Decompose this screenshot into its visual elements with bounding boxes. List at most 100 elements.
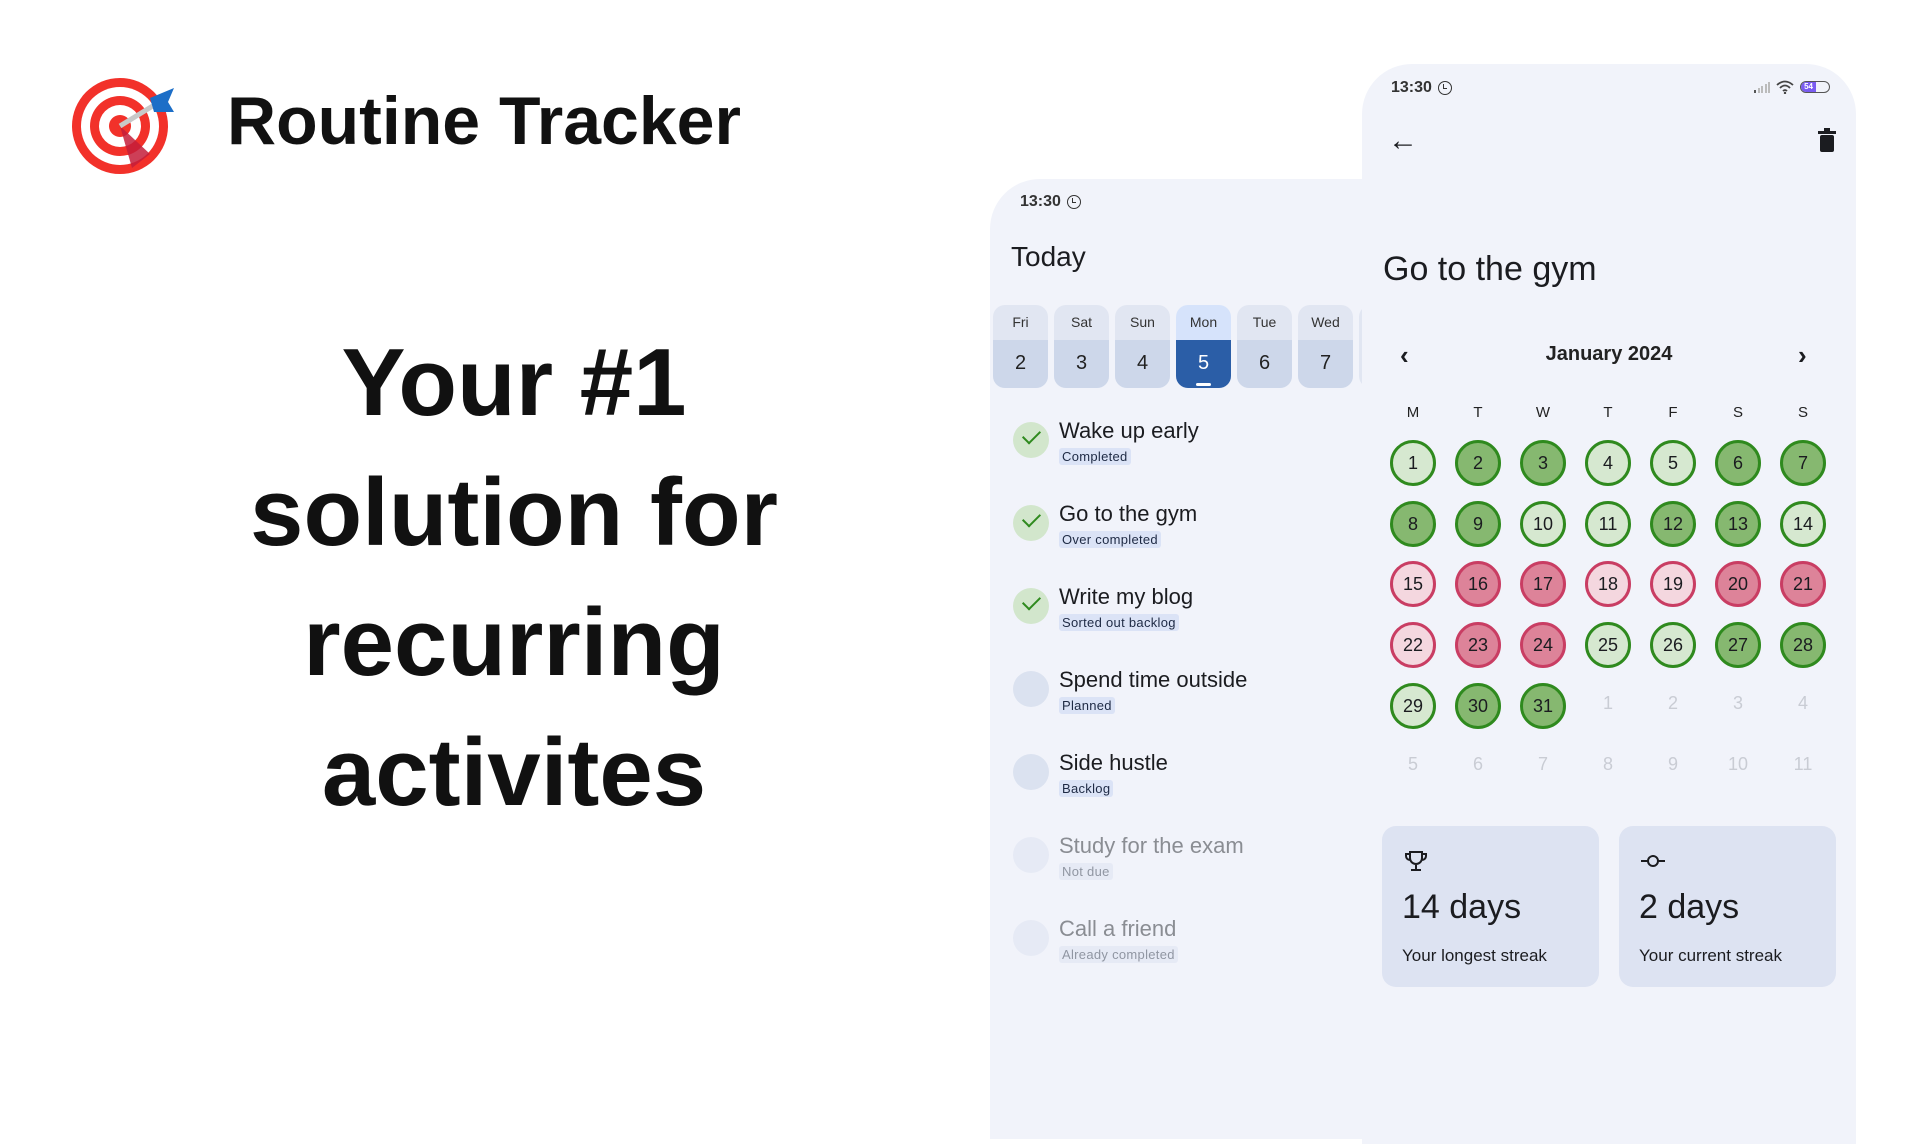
day-number: 5 (1176, 340, 1231, 388)
calendar-day[interactable]: 27 (1715, 622, 1761, 669)
calendar-day[interactable]: 2 (1455, 440, 1501, 486)
calendar-day[interactable]: 29 (1390, 682, 1436, 729)
habit-item[interactable]: Write my blog Sorted out backlog (1010, 584, 1390, 656)
habit-title: Wake up early (1059, 418, 1199, 443)
back-button[interactable]: ← (1388, 126, 1418, 156)
status-badge: Not due (1059, 863, 1113, 880)
alarm-icon (1066, 195, 1081, 209)
calendar-day[interactable]: 31 (1520, 682, 1566, 729)
calendar-day-outside[interactable]: 3 (1715, 683, 1761, 729)
day-number: 7 (1298, 340, 1353, 388)
headline-line: activites (321, 719, 707, 826)
calendar-day-outside[interactable]: 11 (1780, 744, 1826, 790)
check-circle-icon[interactable] (1013, 588, 1049, 624)
commit-icon (1641, 850, 1665, 872)
empty-circle-icon[interactable] (1013, 920, 1049, 956)
date-chip-sun[interactable]: Sun 4 (1115, 305, 1170, 388)
calendar-day[interactable]: 8 (1390, 500, 1436, 547)
habit-item[interactable]: Side hustle Backlog (1010, 750, 1390, 822)
calendar-day[interactable]: 18 (1585, 561, 1631, 608)
habit-item[interactable]: Study for the exam Not due (1010, 833, 1390, 905)
calendar-day[interactable]: 9 (1455, 500, 1501, 547)
date-chip-mon[interactable]: Mon 5 (1176, 305, 1231, 388)
headline-line: recurring (303, 589, 725, 696)
status-badge: Planned (1059, 697, 1115, 714)
app-title: Routine Tracker (227, 83, 741, 159)
calendar-day[interactable]: 5 (1650, 440, 1696, 486)
calendar-day[interactable]: 3 (1520, 440, 1566, 486)
calendar-day-outside[interactable]: 1 (1585, 683, 1631, 729)
calendar-day[interactable]: 14 (1780, 500, 1826, 547)
delete-button[interactable] (1818, 128, 1836, 152)
weekday-header: S (1797, 404, 1808, 421)
wifi-icon (1776, 80, 1794, 94)
calendar-day[interactable]: 11 (1585, 500, 1631, 547)
weekday-header: F (1668, 404, 1678, 421)
calendar-day[interactable]: 30 (1455, 682, 1501, 729)
calendar-day[interactable]: 12 (1650, 500, 1696, 547)
signal-icon (1754, 81, 1770, 93)
habit-title: Study for the exam (1059, 833, 1244, 858)
calendar-day-outside[interactable]: 4 (1780, 683, 1826, 729)
day-number: 3 (1054, 340, 1109, 388)
calendar-day[interactable]: 25 (1585, 622, 1631, 669)
status-badge: Already completed (1059, 946, 1178, 963)
day-number: 6 (1237, 340, 1292, 388)
empty-circle-icon[interactable] (1013, 671, 1049, 707)
weekday-label: Mon (1189, 314, 1218, 330)
calendar-day[interactable]: 22 (1390, 622, 1436, 669)
status-bar: 13:30 (1020, 193, 1081, 211)
calendar-day[interactable]: 21 (1780, 561, 1826, 608)
habit-item[interactable]: Call a friend Already completed (1010, 916, 1390, 988)
calendar-day[interactable]: 17 (1520, 561, 1566, 608)
status-bar: 13:30 (1391, 79, 1452, 97)
empty-circle-icon[interactable] (1013, 837, 1049, 873)
weekday-header: T (1603, 404, 1613, 421)
next-month-button[interactable]: › (1798, 340, 1807, 371)
status-badge: Backlog (1059, 780, 1114, 797)
calendar-day[interactable]: 6 (1715, 440, 1761, 486)
date-chip-tue[interactable]: Tue 6 (1237, 305, 1292, 388)
calendar-day[interactable]: 23 (1455, 622, 1501, 669)
weekday-header: T (1473, 404, 1483, 421)
calendar-day[interactable]: 24 (1520, 622, 1566, 669)
calendar-day[interactable]: 1 (1390, 440, 1436, 486)
calendar-day[interactable]: 20 (1715, 561, 1761, 608)
calendar-day-outside[interactable]: 10 (1715, 744, 1761, 790)
calendar-day[interactable]: 7 (1780, 440, 1826, 486)
day-number: 4 (1115, 340, 1170, 388)
calendar-day[interactable]: 4 (1585, 440, 1631, 486)
calendar-day[interactable]: 15 (1390, 561, 1436, 608)
previous-month-button[interactable]: ‹ (1400, 340, 1409, 371)
habit-item[interactable]: Wake up early Completed (1010, 418, 1390, 490)
calendar-day[interactable]: 26 (1650, 622, 1696, 669)
calendar-day-outside[interactable]: 8 (1585, 744, 1631, 790)
calendar-day-outside[interactable]: 5 (1390, 744, 1436, 790)
date-chip-sat[interactable]: Sat 3 (1054, 305, 1109, 388)
calendar-day-outside[interactable]: 2 (1650, 683, 1696, 729)
habit-item[interactable]: Go to the gym Over completed (1010, 501, 1390, 573)
habit-title: Write my blog (1059, 584, 1194, 609)
calendar-day[interactable]: 13 (1715, 500, 1761, 547)
check-circle-icon[interactable] (1013, 505, 1049, 541)
streak-label: Your current streak (1639, 946, 1782, 965)
calendar-day[interactable]: 10 (1520, 500, 1566, 547)
weekday-header: W (1535, 404, 1551, 421)
empty-circle-icon[interactable] (1013, 754, 1049, 790)
streak-value: 2 days (1639, 888, 1740, 926)
calendar-day[interactable]: 19 (1650, 561, 1696, 608)
habit-item[interactable]: Spend time outside Planned (1010, 667, 1390, 739)
weekday-label: Wed (1311, 314, 1340, 330)
status-badge: Over completed (1059, 531, 1161, 548)
calendar-day[interactable]: 16 (1455, 561, 1501, 608)
check-circle-icon[interactable] (1013, 422, 1049, 458)
status-time: 13:30 (1391, 79, 1432, 96)
date-chip-fri[interactable]: Fri 2 (993, 305, 1048, 388)
calendar-day-outside[interactable]: 9 (1650, 744, 1696, 790)
calendar-day-outside[interactable]: 6 (1455, 744, 1501, 790)
habit-title: Side hustle (1059, 750, 1168, 775)
date-chip-wed[interactable]: Wed 7 (1298, 305, 1353, 388)
habit-detail-screen: 13:30 54 ← Go to the gym January 2024 ‹ … (1362, 64, 1856, 1144)
calendar-day-outside[interactable]: 7 (1520, 744, 1566, 790)
calendar-day[interactable]: 28 (1780, 622, 1826, 669)
